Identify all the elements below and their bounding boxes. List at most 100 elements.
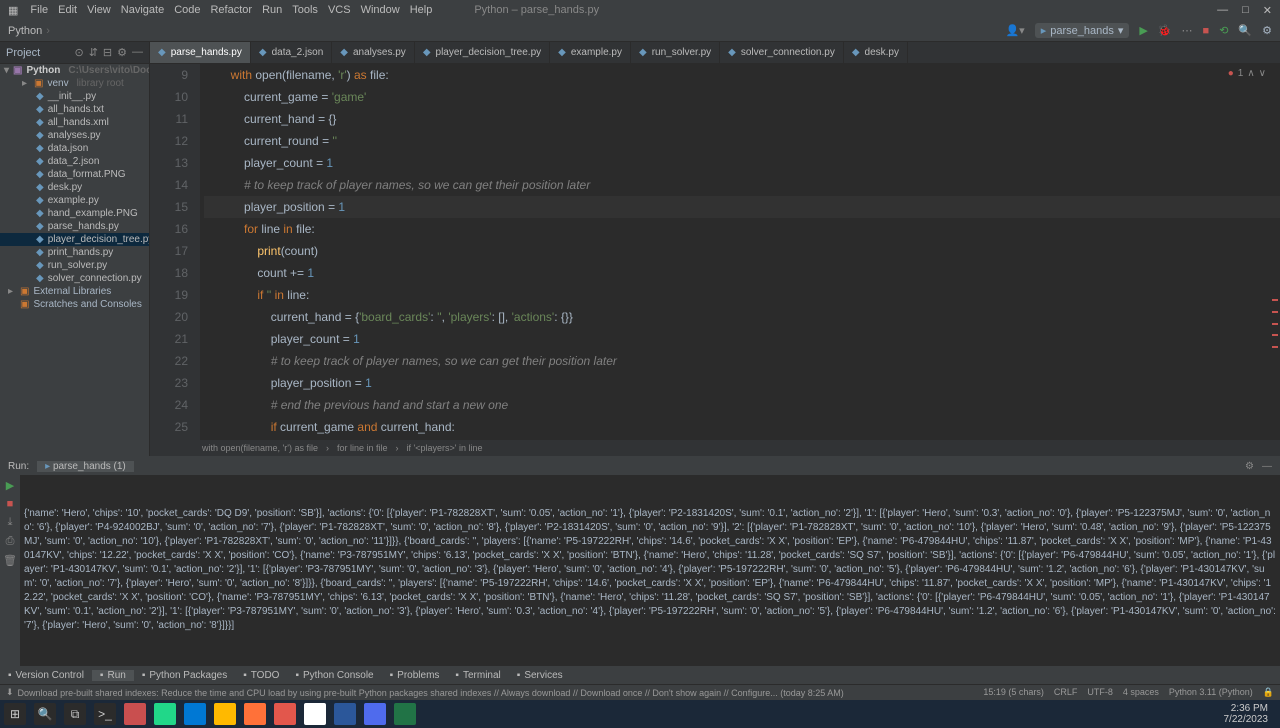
error-stripe[interactable] [1270, 64, 1280, 440]
tab-data_2.json[interactable]: ◆ data_2.json [251, 42, 332, 63]
tree-file[interactable]: ◆ all_hands.txt [0, 103, 149, 116]
print-icon[interactable]: ⎙ [6, 535, 15, 548]
scroll-end-icon[interactable]: ⤓ [8, 516, 13, 529]
menu-help[interactable]: Help [410, 4, 433, 16]
project-tool-header[interactable]: Project ⊙ ⇵ ⊟ ⚙ — [0, 42, 150, 63]
menu-tools[interactable]: Tools [292, 4, 318, 16]
status-notification-icon[interactable]: ⬇ [6, 687, 14, 698]
code-lines[interactable]: with open(filename, 'r') as file: curren… [200, 64, 1280, 440]
menu-code[interactable]: Code [174, 4, 200, 16]
tab-analyses.py[interactable]: ◆ analyses.py [332, 42, 415, 63]
editor[interactable]: ● 1 ∧ ∨ 91011121314151617181920212223242… [150, 64, 1280, 456]
run-config-selector[interactable]: ▸ parse_hands ▾ [1035, 23, 1130, 38]
close-icon[interactable]: ✕ [1263, 4, 1272, 17]
task-view-icon[interactable]: ⧉ [64, 703, 86, 725]
tab-example.py[interactable]: ◆ example.py [550, 42, 631, 63]
tree-venv[interactable]: ▸▣ venv library root [0, 77, 149, 90]
menu-edit[interactable]: Edit [58, 4, 77, 16]
tree-file[interactable]: ◆ example.py [0, 194, 149, 207]
tab-run_solver.py[interactable]: ◆ run_solver.py [631, 42, 720, 63]
app-icon-1[interactable] [124, 703, 146, 725]
status-encoding[interactable]: UTF-8 [1087, 687, 1113, 698]
menu-refactor[interactable]: Refactor [210, 4, 252, 16]
tree-file[interactable]: ◆ data_2.json [0, 155, 149, 168]
vscode-icon[interactable] [184, 703, 206, 725]
tree-file[interactable]: ◆ run_solver.py [0, 259, 149, 272]
vcs-update-icon[interactable]: ⟲ [1219, 24, 1228, 37]
tree-file[interactable]: ◆ solver_connection.py [0, 272, 149, 285]
excel-icon[interactable] [394, 703, 416, 725]
tool-terminal[interactable]: ▪Terminal [447, 670, 508, 681]
select-opened-icon[interactable]: ⊙ [74, 46, 83, 59]
settings-icon[interactable]: ⚙ [1262, 24, 1272, 37]
start-button[interactable]: ⊞ [4, 703, 26, 725]
tool-python console[interactable]: ▪Python Console [287, 670, 381, 681]
user-icon[interactable]: 👤▾ [1005, 24, 1024, 37]
run-config-tab[interactable]: ▸ parse_hands (1) [37, 461, 134, 472]
tree-file[interactable]: ◆ desk.py [0, 181, 149, 194]
tab-player_decision_tree.py[interactable]: ◆ player_decision_tree.py [415, 42, 550, 63]
debug-button[interactable]: 🐞 [1158, 24, 1172, 37]
terminal-icon[interactable]: >_ [94, 703, 116, 725]
tool-problems[interactable]: ▪Problems [382, 670, 448, 681]
rerun-button[interactable]: ▶ [6, 479, 14, 492]
system-clock[interactable]: 2:36 PM 7/22/2023 [1224, 703, 1277, 725]
tree-file[interactable]: ◆ hand_example.PNG [0, 207, 149, 220]
tree-file[interactable]: ◆ print_hands.py [0, 246, 149, 259]
tree-file[interactable]: ◆ data_format.PNG [0, 168, 149, 181]
breadcrumb[interactable]: Python [8, 25, 42, 37]
gutter[interactable]: 91011121314151617181920212223242526 [150, 64, 200, 440]
menu-window[interactable]: Window [361, 4, 400, 16]
tree-file[interactable]: ◆ data.json [0, 142, 149, 155]
project-tree[interactable]: ▾▣ Python C:\Users\vito\Document ▸▣ venv… [0, 64, 150, 456]
firefox-icon[interactable] [244, 703, 266, 725]
status-caret[interactable]: 15:19 (5 chars) [983, 687, 1044, 698]
stop-run-button[interactable]: ■ [7, 498, 14, 510]
minimize-icon[interactable]: — [1217, 4, 1228, 17]
run-settings-icon[interactable]: ⚙ [1245, 461, 1254, 472]
explorer-icon[interactable] [214, 703, 236, 725]
search-icon[interactable]: 🔍 [1238, 24, 1252, 37]
tool-python packages[interactable]: ▪Python Packages [134, 670, 235, 681]
tool-services[interactable]: ▪Services [509, 670, 571, 681]
app-icon-2[interactable] [274, 703, 296, 725]
status-eol[interactable]: CRLF [1054, 687, 1078, 698]
status-indent[interactable]: 4 spaces [1123, 687, 1159, 698]
menu-run[interactable]: Run [262, 4, 282, 16]
more-run-button[interactable]: ⋯ [1182, 24, 1193, 37]
console-output[interactable]: {'name': 'Hero', 'chips': '10', 'pocket_… [20, 475, 1280, 666]
tree-root[interactable]: ▾▣ Python C:\Users\vito\Document [0, 64, 149, 77]
trash-icon[interactable]: 🗑 [3, 554, 17, 567]
menu-vcs[interactable]: VCS [328, 4, 351, 16]
tree-file[interactable]: ◆ parse_hands.py [0, 220, 149, 233]
menu-view[interactable]: View [87, 4, 111, 16]
tool-version control[interactable]: ▪Version Control [0, 670, 92, 681]
search-taskbar-icon[interactable]: 🔍 [34, 703, 56, 725]
app-icon-3[interactable] [334, 703, 356, 725]
stop-button[interactable]: ■ [1203, 25, 1210, 37]
tree-file[interactable]: ◆ analyses.py [0, 129, 149, 142]
tool-run[interactable]: ▪Run [92, 670, 134, 681]
chrome-icon[interactable] [304, 703, 326, 725]
tree-file[interactable]: ◆ all_hands.xml [0, 116, 149, 129]
tab-parse_hands.py[interactable]: ◆ parse_hands.py [150, 42, 251, 63]
menu-file[interactable]: File [30, 4, 48, 16]
gear-icon[interactable]: ⚙ [117, 46, 127, 59]
expand-all-icon[interactable]: ⇵ [89, 46, 98, 59]
maximize-icon[interactable]: □ [1242, 4, 1249, 17]
pycharm-icon[interactable] [154, 703, 176, 725]
hide-icon[interactable]: — [132, 46, 143, 59]
run-hide-icon[interactable]: — [1262, 461, 1272, 472]
status-interpreter[interactable]: Python 3.11 (Python) [1169, 687, 1253, 698]
menu-navigate[interactable]: Navigate [121, 4, 164, 16]
tool-todo[interactable]: ▪TODO [235, 670, 287, 681]
tree-scratches[interactable]: ▣ Scratches and Consoles [0, 298, 149, 311]
tab-solver_connection.py[interactable]: ◆ solver_connection.py [720, 42, 844, 63]
tab-desk.py[interactable]: ◆ desk.py [844, 42, 908, 63]
editor-breadcrumbs[interactable]: with open(filename, 'r') as file › for l… [150, 440, 1280, 456]
collapse-icon[interactable]: ⊟ [103, 46, 112, 59]
app-icon-4[interactable] [364, 703, 386, 725]
tree-file[interactable]: ◆ player_decision_tree.py [0, 233, 149, 246]
status-message[interactable]: Download pre-built shared indexes: Reduc… [18, 688, 844, 698]
tree-file[interactable]: ◆ __init__.py [0, 90, 149, 103]
